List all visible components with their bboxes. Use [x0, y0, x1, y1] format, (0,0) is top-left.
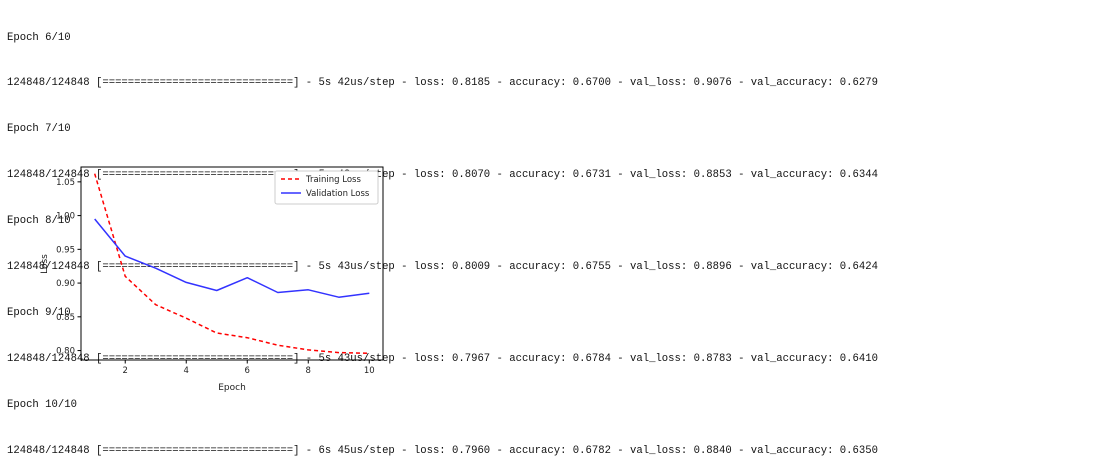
x-tick-label: 6: [245, 366, 250, 376]
y-tick-label: 0.85: [56, 313, 75, 323]
x-axis-label: Epoch: [218, 383, 246, 393]
y-tick-label: 0.95: [56, 245, 75, 255]
log-line: Epoch 6/10: [7, 31, 1102, 46]
log-line: Epoch 7/10: [7, 122, 1102, 137]
x-tick-label: 10: [364, 366, 375, 376]
y-tick-label: 0.90: [56, 279, 75, 289]
y-tick-label: 0.80: [56, 347, 75, 357]
x-tick-label: 8: [306, 366, 311, 376]
chart-legend: Training Loss Validation Loss: [275, 171, 378, 204]
x-tick-label: 2: [123, 366, 128, 376]
log-line: 124848/124848 [=========================…: [7, 444, 1102, 459]
y-axis-label: Loss: [40, 254, 50, 274]
legend-label-validation-loss: Validation Loss: [306, 189, 370, 199]
log-line: Epoch 10/10: [7, 398, 1102, 413]
log-line: 124848/124848 [=========================…: [7, 76, 1102, 91]
legend-label-training-loss: Training Loss: [305, 175, 361, 185]
y-tick-label: 1.00: [56, 212, 75, 222]
x-tick-label: 4: [184, 366, 189, 376]
y-tick-label: 1.05: [56, 178, 75, 188]
loss-chart: 2 4 6 8 10 0.80 0.85 0.90 0.95 1.00 1.05 Epoch Los…: [0, 160, 400, 400]
